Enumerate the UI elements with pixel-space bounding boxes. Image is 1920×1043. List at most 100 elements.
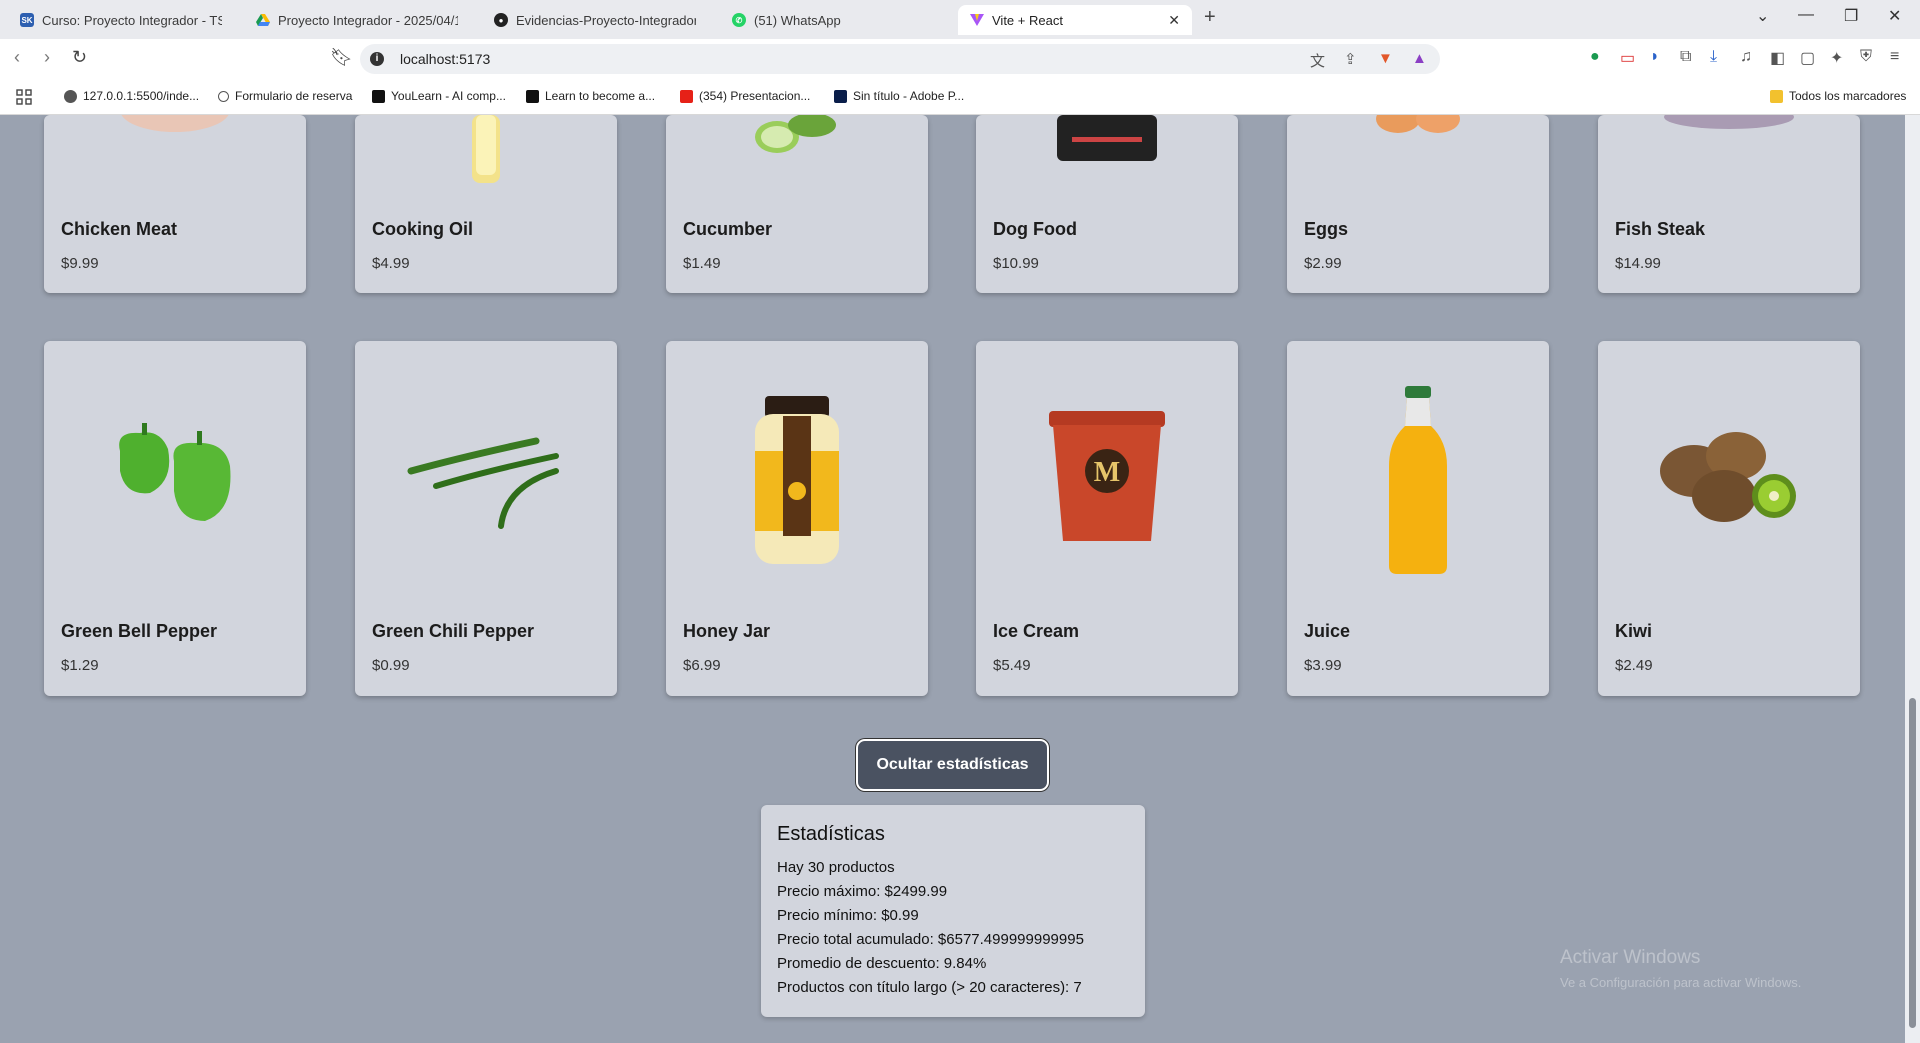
extension-red-icon[interactable]: ▭	[1620, 48, 1635, 68]
product-card[interactable]: Kiwi $2.49	[1598, 341, 1860, 696]
tab-drive[interactable]: Proyecto Integrador - 2025/04/10 1	[244, 5, 470, 35]
brave-shield-icon[interactable]: ▼	[1378, 50, 1393, 67]
product-card[interactable]: Green Bell Pepper $1.29	[44, 341, 306, 696]
product-price: $0.99	[372, 657, 410, 674]
svg-text:M: M	[1094, 457, 1120, 488]
apps-grid-icon[interactable]	[16, 89, 32, 105]
product-price: $1.49	[683, 255, 721, 272]
stats-panel: Estadísticas Hay 30 productos Precio máx…	[761, 805, 1145, 1017]
product-price: $2.99	[1304, 255, 1342, 272]
product-card[interactable]: Cucumber $1.49	[666, 115, 928, 293]
product-title: Eggs	[1304, 219, 1349, 239]
bookmark-item[interactable]: (354) Presentacion...	[680, 89, 810, 103]
google-drive-icon	[256, 13, 270, 27]
tab-whatsapp[interactable]: ✆ (51) WhatsApp	[720, 5, 946, 35]
tab-search-chevron-icon[interactable]: ⌄	[1756, 6, 1769, 26]
product-title: Dog Food	[993, 219, 1077, 239]
product-card[interactable]: Honey Jar $6.99	[666, 341, 928, 696]
tab-label: (51) WhatsApp	[754, 12, 841, 28]
kiwi-image	[1598, 381, 1860, 581]
product-title: Chicken Meat	[61, 219, 178, 239]
product-price: $9.99	[61, 255, 99, 272]
learn-icon	[526, 89, 539, 103]
stats-line: Precio total acumulado: $6577.4999999999…	[777, 931, 1084, 948]
tab-github[interactable]: ● Evidencias-Proyecto-Integrador/pro	[482, 5, 708, 35]
product-card[interactable]: Dog Food $10.99	[976, 115, 1238, 293]
extensions-puzzle-icon[interactable]: ⧉	[1680, 48, 1691, 66]
dog-food-image	[976, 115, 1238, 165]
activate-windows-subtext: Ve a Configuración para activar Windows.	[1560, 975, 1802, 990]
url-text[interactable]: localhost:5173	[400, 51, 490, 67]
tab-label: Vite + React	[992, 12, 1063, 28]
bookmark-page-icon[interactable]: 🔖︎	[330, 47, 353, 68]
stats-line: Precio mínimo: $0.99	[777, 907, 919, 924]
back-icon[interactable]: ‹	[14, 47, 20, 68]
fish-steak-image	[1598, 115, 1860, 135]
extension-audio-icon[interactable]: ◗	[1650, 48, 1660, 66]
tab-strip: SK Curso: Proyecto Integrador - TSCDIA P…	[0, 0, 1920, 39]
product-card[interactable]: Chicken Meat $9.99	[44, 115, 306, 293]
tab-vite-react[interactable]: Vite + React ✕	[958, 5, 1192, 35]
tab-label: Curso: Proyecto Integrador - TSCDIA	[42, 12, 222, 28]
product-card[interactable]: Fish Steak $14.99	[1598, 115, 1860, 293]
activate-windows-watermark: Activar Windows	[1560, 947, 1701, 968]
close-window-icon[interactable]: ✕	[1888, 6, 1901, 26]
product-title: Honey Jar	[683, 621, 771, 641]
address-bar[interactable]: i localhost:5173 文 ⇪ ▼ ▲	[360, 44, 1440, 74]
product-title: Green Chili Pepper	[372, 621, 535, 641]
product-title: Cucumber	[683, 219, 773, 239]
product-card[interactable]: Eggs $2.99	[1287, 115, 1549, 293]
product-title: Juice	[1304, 621, 1351, 641]
product-title: Cooking Oil	[372, 219, 473, 239]
reload-icon[interactable]: ↻	[72, 47, 87, 68]
stats-title: Estadísticas	[777, 823, 885, 845]
stats-line: Precio máximo: $2499.99	[777, 883, 948, 900]
product-card[interactable]: Cooking Oil $4.99	[355, 115, 617, 293]
search-icon	[218, 90, 229, 102]
hide-stats-button[interactable]: Ocultar estadísticas	[856, 739, 1049, 791]
site-info-icon[interactable]: i	[370, 52, 384, 66]
brave-rewards-icon[interactable]: ▲	[1412, 50, 1427, 67]
browser-toolbar: ‹ › ↻ 🔖︎ i localhost:5173 文 ⇪ ▼ ▲ ● ▭ ◗ …	[0, 39, 1920, 79]
download-icon[interactable]: ⤓	[1710, 48, 1717, 66]
green-chili-pepper-image	[355, 381, 617, 581]
scrollbar-thumb[interactable]	[1909, 698, 1916, 1028]
juice-image	[1287, 381, 1549, 581]
share-icon[interactable]: ⇪	[1344, 50, 1357, 68]
new-tab-icon[interactable]: +	[1204, 6, 1216, 29]
bookmark-item[interactable]: 127.0.0.1:5500/inde...	[64, 89, 199, 103]
menu-icon[interactable]: ≡	[1890, 48, 1899, 66]
product-price: $4.99	[372, 255, 410, 272]
forward-icon[interactable]: ›	[44, 47, 50, 68]
bookmark-label: Formulario de reserva	[235, 89, 353, 103]
all-bookmarks[interactable]: Todos los marcadores	[1770, 89, 1906, 103]
bookmark-item[interactable]: Learn to become a...	[526, 89, 655, 103]
youlearn-icon	[372, 89, 385, 103]
page-scrollbar[interactable]	[1905, 115, 1920, 1043]
product-price: $6.99	[683, 657, 721, 674]
extension-green-icon[interactable]: ●	[1590, 48, 1600, 66]
bookmark-label: YouLearn - AI comp...	[391, 89, 506, 103]
product-card[interactable]: Green Chili Pepper $0.99	[355, 341, 617, 696]
bookmark-item[interactable]: Sin título - Adobe P...	[834, 89, 964, 103]
leo-ai-icon[interactable]: ✦	[1830, 48, 1843, 68]
minimize-icon[interactable]: —	[1798, 6, 1814, 24]
close-tab-icon[interactable]: ✕	[1168, 12, 1180, 29]
whatsapp-icon: ✆	[732, 13, 746, 27]
tab-curso[interactable]: SK Curso: Proyecto Integrador - TSCDIA	[8, 5, 234, 35]
product-price: $10.99	[993, 255, 1039, 272]
sidebar-icon[interactable]: ◧	[1770, 48, 1785, 68]
vpn-shield-icon[interactable]: ⛨	[1860, 48, 1872, 66]
bookmark-item[interactable]: Formulario de reserva	[218, 89, 352, 103]
media-icon[interactable]: ♫	[1740, 48, 1752, 66]
product-card[interactable]: M Ice Cream $5.49	[976, 341, 1238, 696]
bookmark-item[interactable]: YouLearn - AI comp...	[372, 89, 506, 103]
tab-label: Evidencias-Proyecto-Integrador/pro	[516, 12, 696, 28]
restore-icon[interactable]: ❐	[1844, 6, 1858, 26]
wallet-icon[interactable]: ▢	[1800, 48, 1815, 68]
translate-icon[interactable]: 文	[1310, 50, 1325, 71]
stats-line: Hay 30 productos	[777, 859, 895, 876]
product-title: Green Bell Pepper	[61, 621, 218, 641]
product-card[interactable]: Juice $3.99	[1287, 341, 1549, 696]
product-price: $1.29	[61, 657, 99, 674]
